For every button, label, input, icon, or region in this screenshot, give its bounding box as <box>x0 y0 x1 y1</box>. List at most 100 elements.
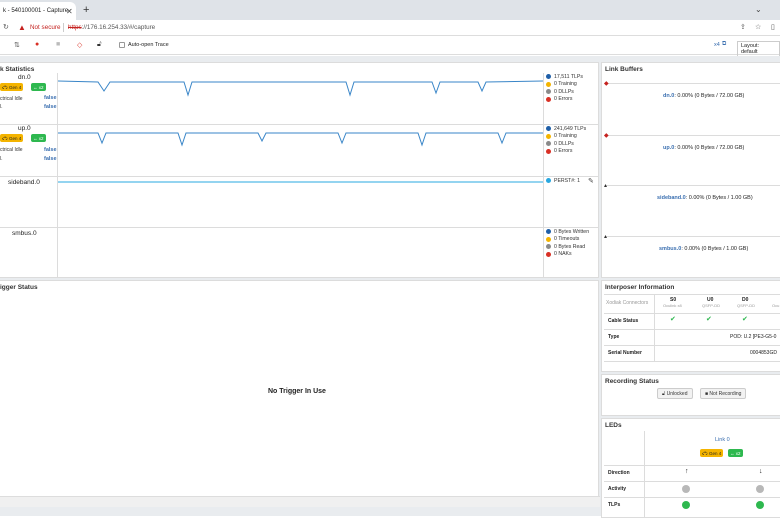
buffer-smbus: smbus.0: 0.00% (0 Bytes / 1.00 GB) <box>659 246 749 252</box>
idle-value: false <box>44 156 57 162</box>
type-label: Type <box>608 334 620 340</box>
legend-item: 0 Timeouts <box>546 236 589 244</box>
edit-icon[interactable]: ✎ <box>588 177 594 185</box>
star-icon[interactable]: ☆ <box>755 23 761 31</box>
legend-item: 241,649 TLPs <box>546 125 586 133</box>
checkbox-box[interactable] <box>119 42 125 48</box>
link-name-dn: dn.0 <box>18 74 31 81</box>
series-dot <box>546 236 551 242</box>
direction-label: Direction <box>608 470 630 476</box>
idle-value: false <box>44 104 57 110</box>
url-path: ://176.16.254.33/#/capture <box>81 24 156 31</box>
buffer-marker: ◆ <box>604 133 609 139</box>
series-dot <box>546 74 551 80</box>
buffer-up: up.0: 0.00% (0 Bytes / 72.00 GB) <box>663 145 745 151</box>
address-bar[interactable]: ↻ ▲ Not secure https://176.16.254.33/#/c… <box>0 20 780 36</box>
series-dot <box>546 251 551 257</box>
idle-value: false <box>44 147 57 153</box>
legend-item: 0 Bytes Read <box>546 243 589 251</box>
gen-badge: 🚗︎ Gen 4 <box>700 449 724 457</box>
series-dot <box>546 81 551 87</box>
link-buffers-panel: Link Buffers ◆ ◆ ▴ ▴ dn.0: 0.00% (0 Byte… <box>601 62 780 278</box>
legend-up: 241,649 TLPs 0 Training 0 DLLPs 0 Errors <box>546 125 586 155</box>
not-secure-label: Not secure <box>30 24 61 31</box>
layout-select[interactable]: Layout: default <box>737 41 780 57</box>
share-icon[interactable]: ⇪ <box>740 23 746 31</box>
auto-open-checkbox[interactable]: Auto-open Trace <box>119 42 169 48</box>
reload-icon[interactable]: ↻ <box>3 23 9 31</box>
series-dot <box>546 126 551 132</box>
legend-item: 0 Errors <box>546 148 586 156</box>
lanes-badge: ↔ x2 <box>728 449 743 457</box>
dn-activity-line <box>58 80 543 97</box>
url-text[interactable]: https://176.16.254.33/#/capture <box>68 24 155 31</box>
link-0-label: Link 0 <box>715 437 730 443</box>
interposer-panel: Interposer Information Xodiak Connectors… <box>601 280 780 372</box>
main-area: k Statistics dn.0 🚗︎ Gen 4 ↔ x2 ctrical … <box>0 56 780 518</box>
zoom-link[interactable]: x4 <box>714 42 720 48</box>
trigger-icon[interactable]: ◇ <box>77 41 82 49</box>
stop-icon[interactable]: ■ <box>56 41 60 48</box>
url-scheme: https <box>68 24 82 31</box>
horizontal-scrollbar[interactable] <box>0 496 600 507</box>
series-dot <box>546 229 551 235</box>
panel-title: k Statistics <box>0 66 35 73</box>
recording-status-panel: Recording Status 🔓︎ Unlocked ■ Not Recor… <box>601 374 780 416</box>
trigger-status-panel: igger Status No Trigger In Use <box>0 280 599 502</box>
legend-item: 0 Bytes Written <box>546 228 589 236</box>
up-arrow-icon: ↑ <box>685 468 689 475</box>
legend-item: 0 NAKs <box>546 251 589 259</box>
legend-item: 0 DLLPs <box>546 88 583 96</box>
link-statistics-panel: k Statistics dn.0 🚗︎ Gen 4 ↔ x2 ctrical … <box>0 62 599 278</box>
buffer-dn: dn.0: 0.00% (0 Bytes / 72.00 GB) <box>663 93 745 99</box>
gen-badge: 🚗︎ Gen 4 <box>0 83 24 91</box>
leds-panel: LEDs Link 0 🚗︎ Gen 4 ↔ x2 Direction ↑ ↓ … <box>601 418 780 518</box>
close-icon[interactable]: ✕ <box>66 7 73 16</box>
browser-tab[interactable]: k - 540100001 - Capture ✕ <box>0 2 76 20</box>
lock-icon[interactable]: 🔓︎ <box>97 41 102 49</box>
legend-smbus: 0 Bytes Written 0 Timeouts 0 Bytes Read … <box>546 228 589 258</box>
check-icon: ✔ <box>742 316 748 323</box>
chevron-down-icon[interactable]: ⌄ <box>755 5 762 14</box>
buffer-marker: ▴ <box>604 234 608 240</box>
lanes-badge: ↔ x2 <box>31 134 46 142</box>
tlps-label: TLPs <box>608 502 621 508</box>
new-tab-icon[interactable]: + <box>83 4 89 16</box>
legend-item: 17,511 TLPs <box>546 73 583 81</box>
series-dot <box>546 141 551 147</box>
tlp-led <box>756 501 764 509</box>
sidebar-icon[interactable]: ▯ <box>771 23 775 31</box>
series-dot <box>546 148 551 154</box>
unlocked-button[interactable]: 🔓︎ Unlocked <box>657 388 693 399</box>
legend-item: PERST#: 1 <box>546 177 580 185</box>
connectors-header: Xodiak Connectors <box>606 300 649 306</box>
up-activity-line <box>58 132 543 147</box>
link-name-sideband: sideband.0 <box>8 179 40 186</box>
browser-tab-bar: k - 540100001 - Capture ✕ + ⌄ <box>0 0 780 20</box>
idle-value: false <box>44 95 57 101</box>
down-arrow-icon: ↓ <box>759 468 763 475</box>
series-dot <box>546 133 551 139</box>
cable-status-label: Cable Status <box>608 318 639 324</box>
link-name-smbus: smbus.0 <box>12 230 37 237</box>
serial-number-value: 0004853GD <box>750 350 777 356</box>
panel-title: Link Buffers <box>605 66 643 73</box>
panel-title: Recording Status <box>605 378 659 385</box>
auto-open-label: Auto-open Trace <box>128 42 169 48</box>
activity-led <box>682 485 690 493</box>
external-link-icon[interactable]: ⧉ <box>722 41 726 48</box>
app-toolbar: ⇅ ● ■ ◇ 🔓︎ Auto-open Trace x4 ⧉ Layout: … <box>0 37 780 57</box>
series-dot <box>546 244 551 250</box>
sort-icon[interactable]: ⇅ <box>14 41 20 49</box>
warning-icon: ▲ <box>18 23 26 32</box>
buffer-sideband: sideband.0: 0.00% (0 Bytes / 1.00 GB) <box>657 195 753 201</box>
panel-title: LEDs <box>605 422 622 429</box>
check-icon: ✔ <box>706 316 712 323</box>
legend-item: 0 Training <box>546 81 583 89</box>
type-value: POD: U.2 [PE3-G5-0 <box>730 334 777 340</box>
record-icon[interactable]: ● <box>35 41 39 48</box>
tlp-led <box>682 501 690 509</box>
panel-title: Interposer Information <box>605 284 675 291</box>
activity-led <box>756 485 764 493</box>
not-recording-button[interactable]: ■ Not Recording <box>700 388 747 399</box>
